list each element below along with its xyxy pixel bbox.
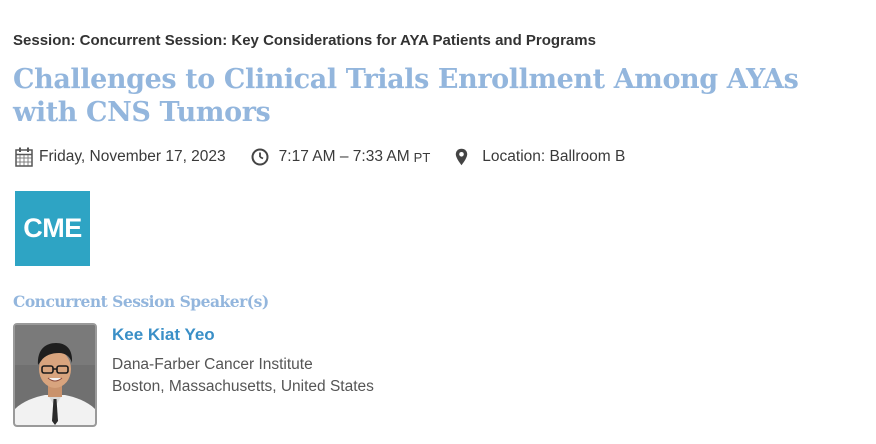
- speaker-organization: Dana-Farber Cancer Institute: [112, 356, 313, 373]
- session-time: 7:17 AM – 7:33 AM PT: [251, 148, 431, 166]
- session-location-text: Location: Ballroom B: [482, 148, 626, 165]
- speaker-name-link[interactable]: Kee Kiat Yeo: [112, 325, 215, 345]
- speakers-heading: Concurrent Session Speaker(s): [13, 292, 269, 311]
- speaker-location: Boston, Massachusetts, United States: [112, 378, 374, 395]
- session-title: Challenges to Clinical Trials Enrollment…: [13, 64, 799, 128]
- session-date-text: Friday, November 17, 2023: [39, 148, 226, 165]
- speaker-photo[interactable]: [13, 323, 97, 427]
- cme-badge: CME: [15, 191, 90, 266]
- session-meta: Friday, November 17, 2023 7:17 AM – 7:33…: [15, 146, 625, 168]
- calendar-icon: [15, 147, 33, 167]
- session-date: Friday, November 17, 2023: [15, 147, 226, 167]
- session-location: Location: Ballroom B: [455, 148, 625, 166]
- session-timezone: PT: [413, 149, 431, 165]
- map-pin-icon: [455, 148, 468, 166]
- session-label: Session: Concurrent Session: Key Conside…: [13, 32, 596, 49]
- session-time-text: 7:17 AM – 7:33 AM: [278, 148, 410, 165]
- clock-icon: [251, 148, 269, 166]
